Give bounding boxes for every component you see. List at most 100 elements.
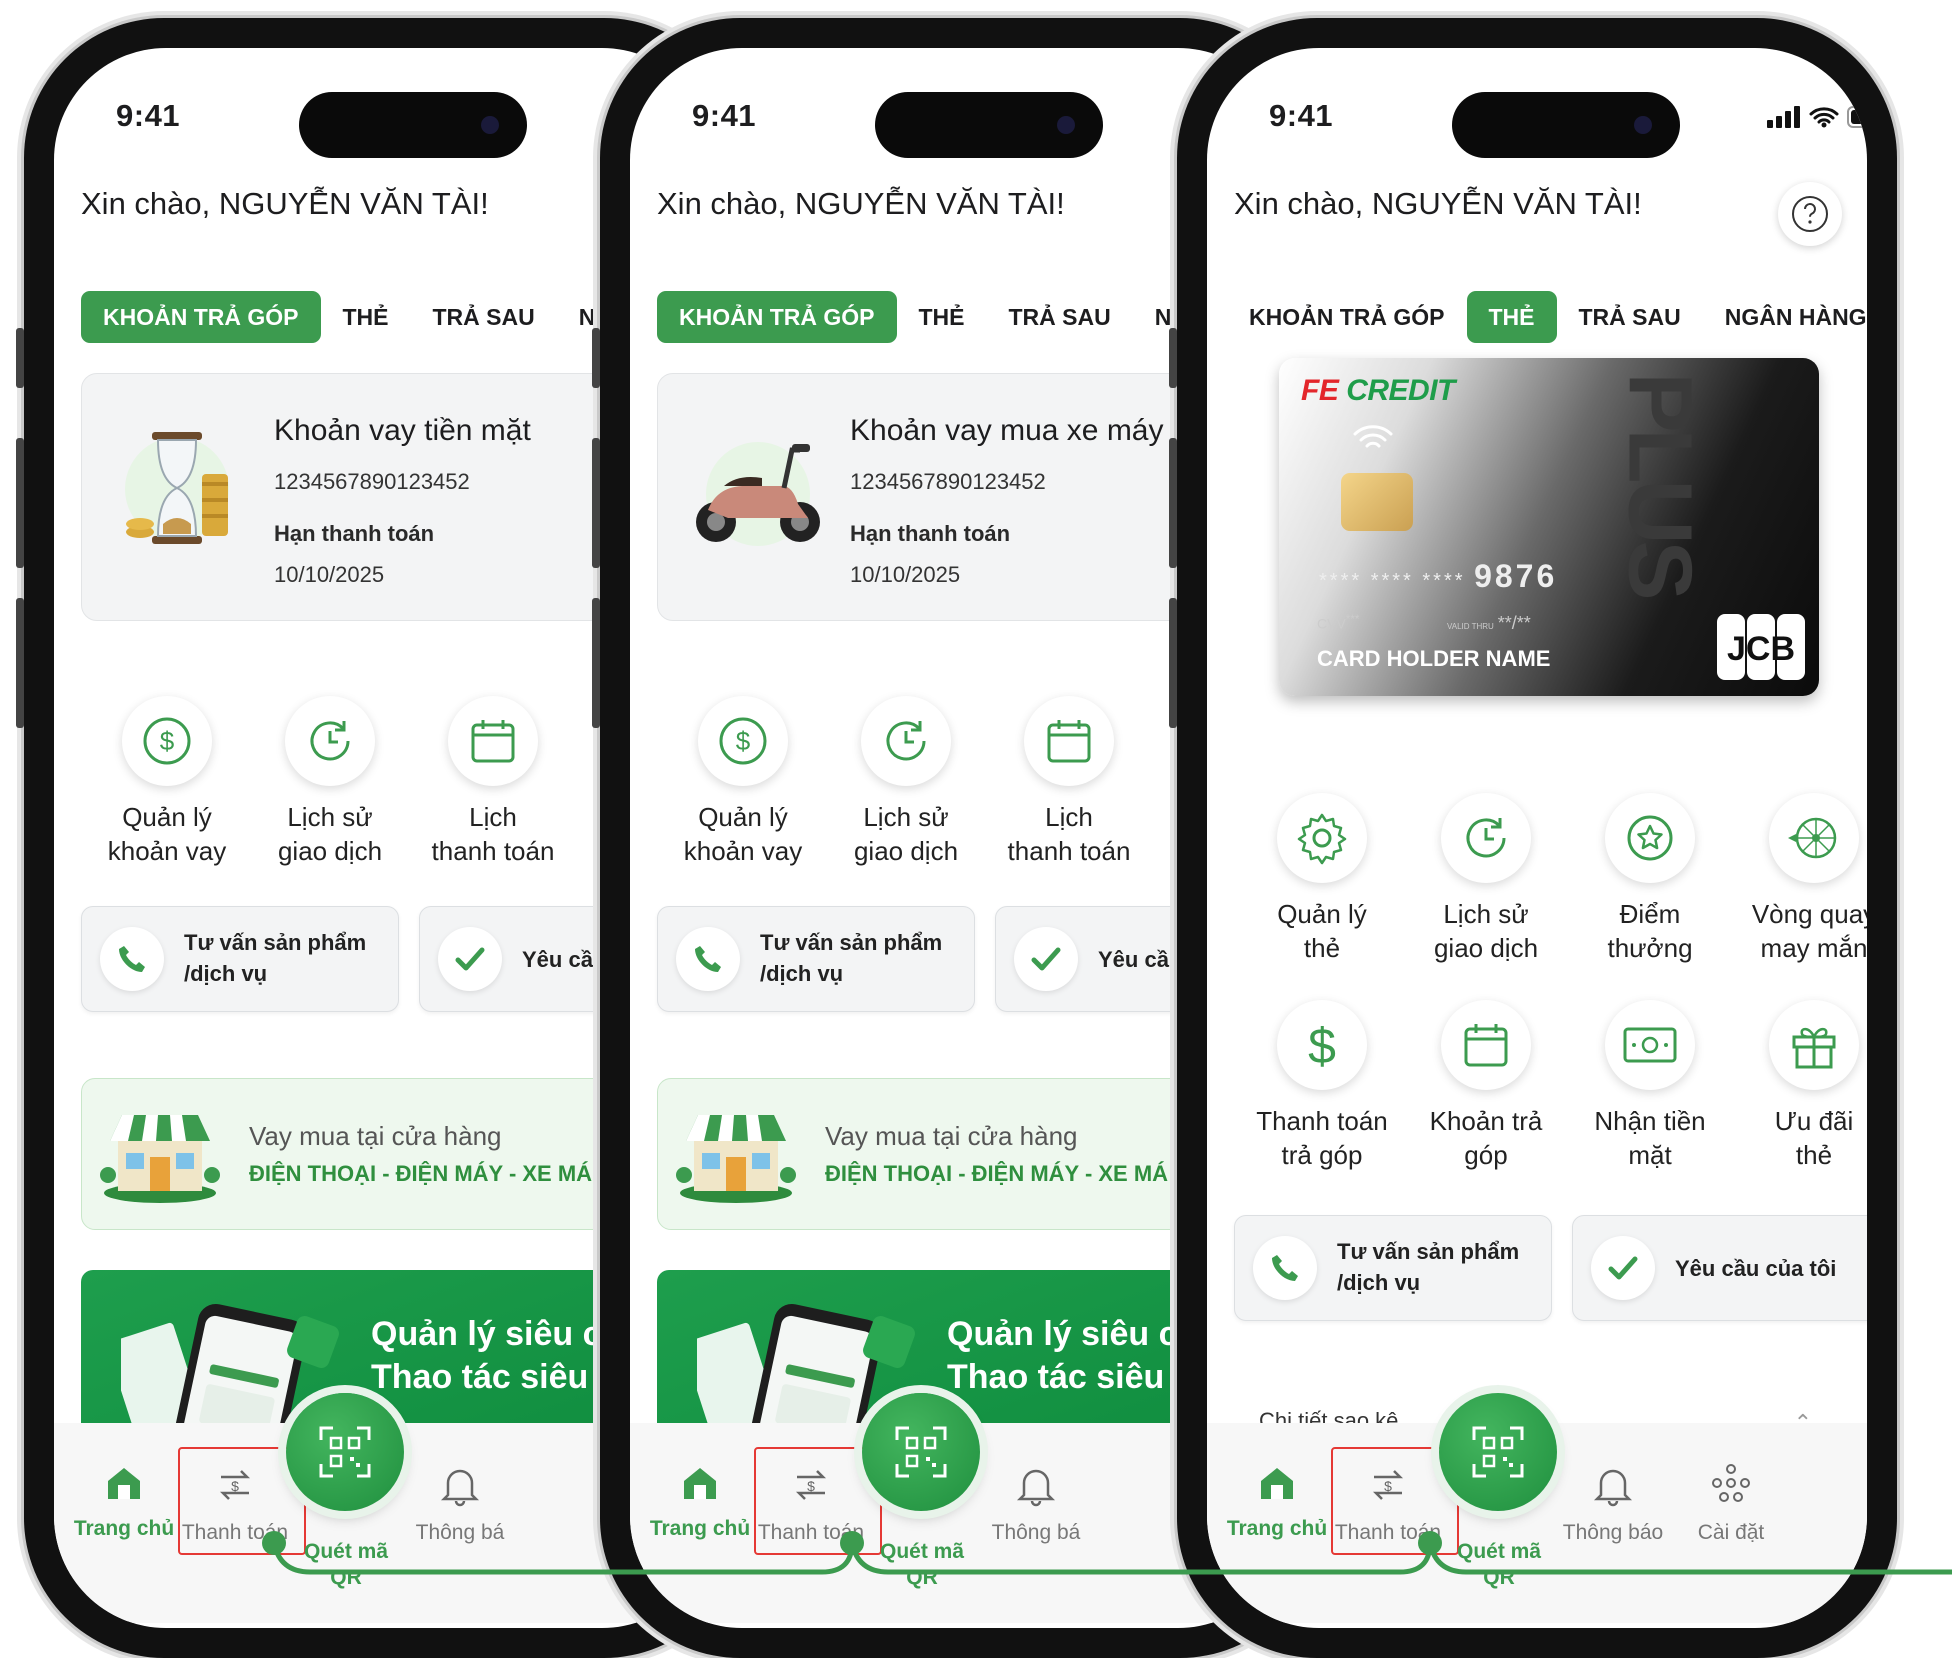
greeting: Xin chào, NGUYỄN VĂN TÀI! bbox=[657, 186, 1065, 221]
requests-label: Yêu cầ bbox=[522, 947, 593, 972]
calendar-icon bbox=[448, 696, 538, 786]
tab-installment[interactable]: KHOẢN TRẢ GÓP bbox=[1227, 291, 1467, 343]
card-history-action[interactable]: Lịch sử giao dịch bbox=[1406, 793, 1566, 965]
nav-notifications[interactable]: Thông báo bbox=[1553, 1463, 1673, 1545]
brand-credit: CREDIT bbox=[1346, 374, 1455, 407]
tab-digital-bank[interactable]: NGÂN HÀNG SỐ bbox=[1703, 291, 1867, 343]
dynamic-island bbox=[875, 92, 1103, 158]
card-last4: 9876 bbox=[1474, 558, 1558, 594]
banner-subtitle: Thao tác siêu bbox=[947, 1358, 1165, 1396]
dollar-icon: $ bbox=[698, 696, 788, 786]
qr-scan-button[interactable] bbox=[862, 1393, 980, 1511]
mute-switch bbox=[1169, 328, 1177, 388]
history-icon bbox=[285, 696, 375, 786]
tab-paylater[interactable]: TRẢ SAU bbox=[1557, 291, 1703, 343]
qr-scan-button[interactable] bbox=[286, 1393, 404, 1511]
transaction-history-action[interactable]: Lịch sử giao dịch bbox=[250, 696, 410, 868]
dollar-icon: $ bbox=[1277, 1000, 1367, 1090]
action-label-1: Lịch sử bbox=[1443, 899, 1529, 929]
installment-plan-action[interactable]: Khoản trả góp bbox=[1406, 1000, 1566, 1172]
nav-home[interactable]: Trang chủ bbox=[640, 1463, 760, 1541]
consult-label-1: Tư vấn sản phẩm bbox=[184, 930, 367, 955]
consult-button[interactable]: Tư vấn sản phẩm/dịch vụ bbox=[81, 906, 399, 1012]
history-icon bbox=[861, 696, 951, 786]
installment-payment-action[interactable]: $ Thanh toán trả góp bbox=[1242, 1000, 1402, 1172]
qr-label-1: Quét mã bbox=[879, 1540, 965, 1563]
qr-scan-button[interactable] bbox=[1439, 1393, 1557, 1511]
tab-card[interactable]: THẺ bbox=[897, 291, 987, 343]
tab-paylater[interactable]: TRẢ SAU bbox=[411, 291, 557, 343]
nav-notifications[interactable]: Thông bá bbox=[976, 1463, 1096, 1545]
lucky-wheel-action[interactable]: Vòng quay may mắn bbox=[1734, 793, 1867, 965]
requests-label: Yêu cầu của tôi bbox=[1675, 1256, 1837, 1281]
consult-button[interactable]: Tư vấn sản phẩm/dịch vụ bbox=[1234, 1215, 1552, 1321]
nav-qr-label[interactable]: Quét mã QR bbox=[286, 1531, 406, 1591]
payment-schedule-action[interactable]: Lịch thanh toán bbox=[989, 696, 1149, 868]
calendar-icon bbox=[1024, 696, 1114, 786]
phone-icon bbox=[1253, 1236, 1317, 1300]
manage-loan-action[interactable]: $ Quản lý khoản vay bbox=[663, 696, 823, 868]
action-label-2: may mắn bbox=[1760, 933, 1867, 963]
tab-installment[interactable]: KHOẢN TRẢ GÓP bbox=[81, 291, 321, 343]
nav-home[interactable]: Trang chủ bbox=[1217, 1463, 1337, 1541]
phone-icon bbox=[676, 927, 740, 991]
store-loan-subtitle: ĐIỆN THOẠI - ĐIỆN MÁY - XE MÁ bbox=[249, 1161, 593, 1186]
nav-settings[interactable]: Cài đặt bbox=[1681, 1463, 1781, 1545]
loan-title: Khoản vay mua xe máy bbox=[850, 414, 1164, 447]
bell-icon bbox=[440, 1469, 480, 1507]
gear-icon bbox=[1277, 793, 1367, 883]
nav-notifications[interactable]: Thông bá bbox=[400, 1463, 520, 1545]
check-icon bbox=[1591, 1236, 1655, 1300]
tab-card[interactable]: THẺ bbox=[1466, 291, 1557, 343]
battery-icon bbox=[1847, 106, 1867, 128]
valid-value: **/** bbox=[1497, 613, 1531, 633]
dynamic-island bbox=[299, 92, 527, 158]
payment-schedule-action[interactable]: Lịch thanh toán bbox=[413, 696, 573, 868]
reward-points-action[interactable]: Điểm thưởng bbox=[1570, 793, 1730, 965]
due-label: Hạn thanh toán bbox=[274, 521, 435, 546]
status-time: 9:41 bbox=[692, 98, 757, 133]
manage-loan-action[interactable]: $ Quản lý khoản vay bbox=[87, 696, 247, 868]
consult-button[interactable]: Tư vấn sản phẩm/dịch vụ bbox=[657, 906, 975, 1012]
transaction-history-action[interactable]: Lịch sử giao dịch bbox=[826, 696, 986, 868]
action-label-2: mặt bbox=[1628, 1140, 1672, 1170]
nav-home[interactable]: Trang chủ bbox=[64, 1463, 184, 1541]
action-label-2: thanh toán bbox=[1007, 836, 1131, 866]
qr-label-1: Quét mã bbox=[303, 1540, 389, 1563]
credit-card[interactable]: FE CREDIT PLUS **** **** **** 9876 CVV**… bbox=[1279, 358, 1819, 696]
phone-icon bbox=[100, 927, 164, 991]
manage-card-action[interactable]: Quản lý thẻ bbox=[1242, 793, 1402, 965]
signal-icon bbox=[1767, 106, 1800, 128]
dollar-icon: $ bbox=[122, 696, 212, 786]
nav-notifications-label: Thông bá bbox=[991, 1521, 1081, 1544]
store-loan-subtitle: ĐIỆN THOẠI - ĐIỆN MÁY - XE MÁ bbox=[825, 1161, 1169, 1186]
cash-withdrawal-action[interactable]: Nhận tiền mặt bbox=[1570, 1000, 1730, 1172]
card-offers-action[interactable]: Ưu đãi thẻ bbox=[1734, 1000, 1867, 1172]
action-label-1: Thanh toán bbox=[1256, 1106, 1388, 1136]
bell-icon bbox=[1593, 1469, 1633, 1507]
motorbike-icon bbox=[696, 442, 820, 546]
camera-icon bbox=[1057, 116, 1075, 134]
tab-paylater[interactable]: TRẢ SAU bbox=[987, 291, 1133, 343]
screen: 9:41 Xin chào, NGUYỄN VĂN TÀI! KHOẢN TRẢ… bbox=[1207, 48, 1867, 1628]
qr-label-1: Quét mã bbox=[1456, 1540, 1542, 1563]
svg-text:$: $ bbox=[736, 726, 751, 756]
action-label-1: Nhận tiền bbox=[1594, 1106, 1706, 1136]
nav-qr-label[interactable]: Quét mã QR bbox=[862, 1531, 982, 1591]
qr-code-icon bbox=[1472, 1426, 1524, 1478]
nav-notifications-label: Thông báo bbox=[1562, 1521, 1664, 1544]
tab-card[interactable]: THẺ bbox=[321, 291, 411, 343]
loan-number: 1234567890123452 bbox=[274, 469, 470, 494]
help-button[interactable] bbox=[1778, 182, 1842, 246]
nav-qr-label[interactable]: Quét mã QR bbox=[1439, 1531, 1559, 1591]
banner-subtitle: Thao tác siêu bbox=[371, 1358, 589, 1396]
card-cvv: CVV*** bbox=[1317, 613, 1359, 632]
action-label-1: Vòng quay bbox=[1751, 899, 1867, 929]
volume-down-button bbox=[592, 598, 600, 728]
tab-installment[interactable]: KHOẢN TRẢ GÓP bbox=[657, 291, 897, 343]
consult-label-1: Tư vấn sản phẩm bbox=[760, 930, 943, 955]
store-loan-title: Vay mua tại cửa hàng bbox=[825, 1121, 1078, 1151]
bottom-navigation: Trang chủ $ Thanh toán Quét mã QR Thông b… bbox=[1207, 1393, 1867, 1623]
nav-home-label: Trang chủ bbox=[1226, 1517, 1328, 1540]
my-requests-button[interactable]: Yêu cầu của tôi bbox=[1572, 1215, 1867, 1321]
